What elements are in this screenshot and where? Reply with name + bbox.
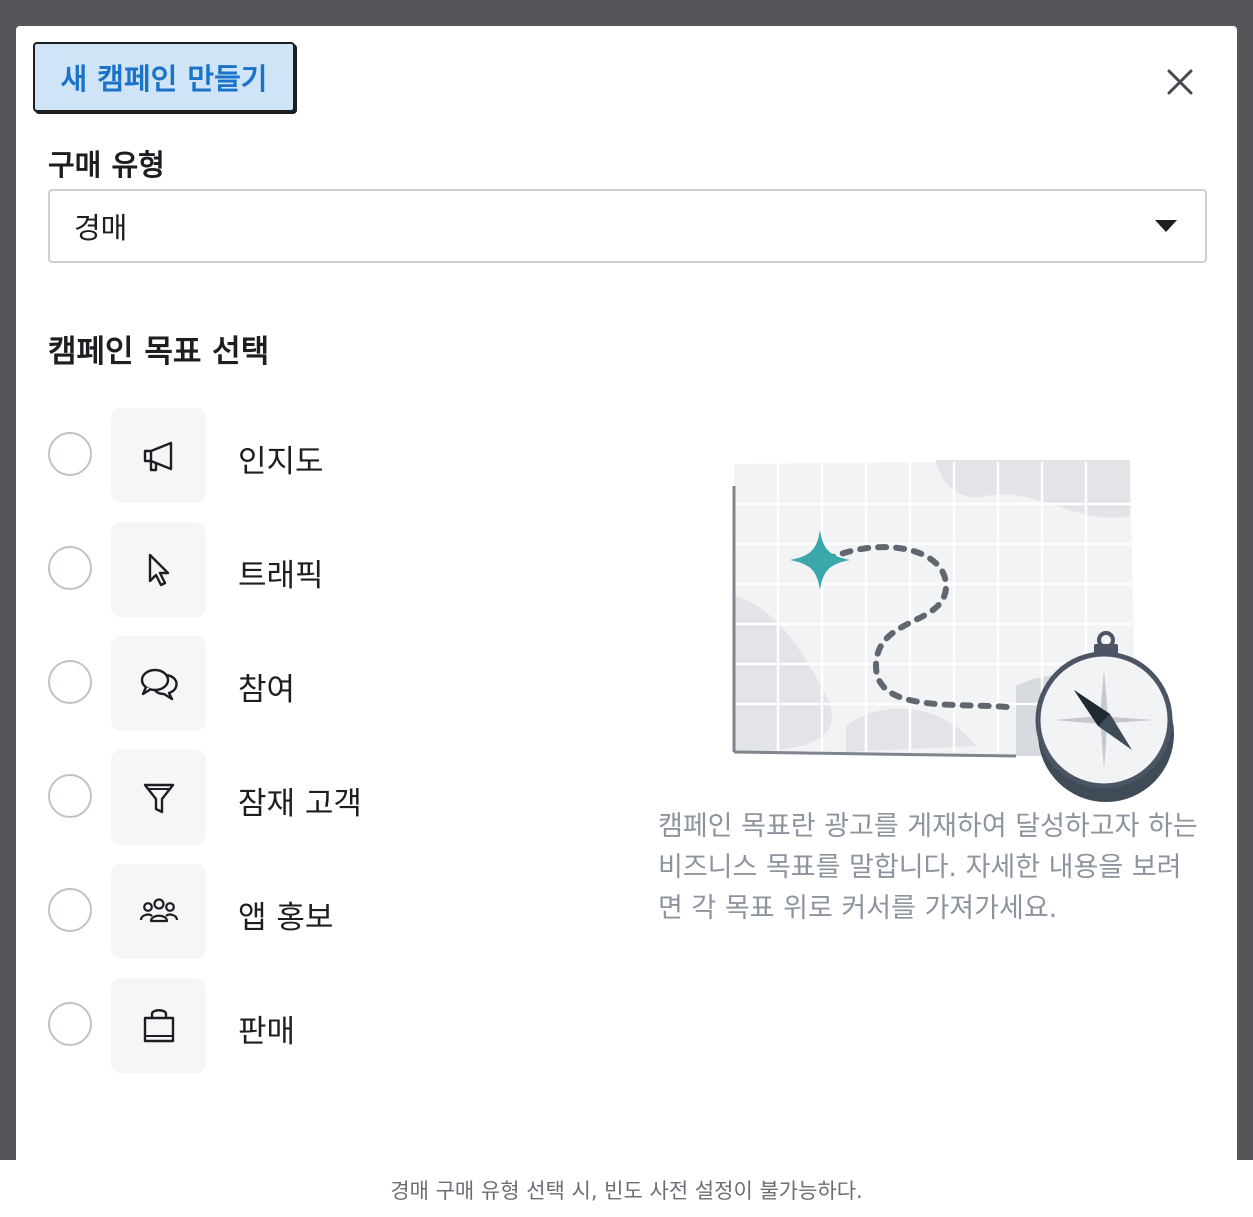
- goal-option-label: 잠재 고객: [238, 786, 362, 822]
- goal-option-traffic[interactable]: 트래픽: [48, 522, 608, 618]
- option-icon-box: [111, 750, 206, 845]
- purchase-type-label: 구매 유형: [48, 148, 165, 182]
- goal-option-app-promotion[interactable]: 앱 홍보: [48, 864, 608, 960]
- radio-sales[interactable]: [48, 1002, 92, 1046]
- dialog-title: 새 캠페인 만들기: [60, 62, 268, 96]
- funnel-icon: [143, 783, 174, 813]
- purchase-type-select[interactable]: 경매: [48, 189, 1207, 263]
- close-button[interactable]: [1162, 64, 1198, 100]
- campaign-goal-heading: 캠페인 목표 선택: [48, 334, 270, 370]
- option-icon-box: [111, 636, 206, 731]
- cursor-icon: [148, 553, 169, 586]
- goal-option-label: 트래픽: [238, 558, 324, 594]
- option-icon-box: [111, 864, 206, 959]
- goal-option-label: 참여: [238, 672, 296, 708]
- create-campaign-dialog: 새 캠페인 만들기 구매 유형 경매 캠페인 목표 선택 인지도 트래픽 참여 …: [16, 26, 1237, 1160]
- radio-app-promotion[interactable]: [48, 888, 92, 932]
- radio-leads[interactable]: [48, 774, 92, 818]
- option-icon-box: [111, 978, 206, 1073]
- radio-awareness[interactable]: [48, 432, 92, 476]
- goal-option-leads[interactable]: 잠재 고객: [48, 750, 608, 846]
- megaphone-icon: [143, 441, 172, 471]
- people-icon: [139, 897, 178, 922]
- chat-bubbles-icon: [140, 668, 178, 700]
- close-icon: [1167, 69, 1193, 95]
- radio-engagement[interactable]: [48, 660, 92, 704]
- shopping-bag-icon: [143, 1008, 174, 1042]
- goal-option-label: 앱 홍보: [238, 900, 334, 936]
- goal-option-engagement[interactable]: 참여: [48, 636, 608, 732]
- goal-option-awareness[interactable]: 인지도: [48, 408, 608, 504]
- goal-option-label: 판매: [238, 1014, 296, 1050]
- option-icon-box: [111, 408, 206, 503]
- option-icon-box: [111, 522, 206, 617]
- purchase-type-value: 경매: [74, 211, 128, 245]
- figure-caption: 경매 구매 유형 선택 시, 빈도 사전 설정이 불가능하다.: [390, 1179, 863, 1203]
- map-compass-illustration: [732, 460, 1174, 802]
- dialog-title-highlight: 새 캠페인 만들기: [33, 42, 295, 112]
- goal-description: 캠페인 목표란 광고를 게재하여 달성하고자 하는 비즈니스 목표를 말합니다.…: [658, 811, 1198, 924]
- radio-traffic[interactable]: [48, 546, 92, 590]
- goal-option-sales[interactable]: 판매: [48, 978, 608, 1074]
- caret-down-icon: [1155, 220, 1177, 232]
- goal-option-label: 인지도: [238, 444, 324, 480]
